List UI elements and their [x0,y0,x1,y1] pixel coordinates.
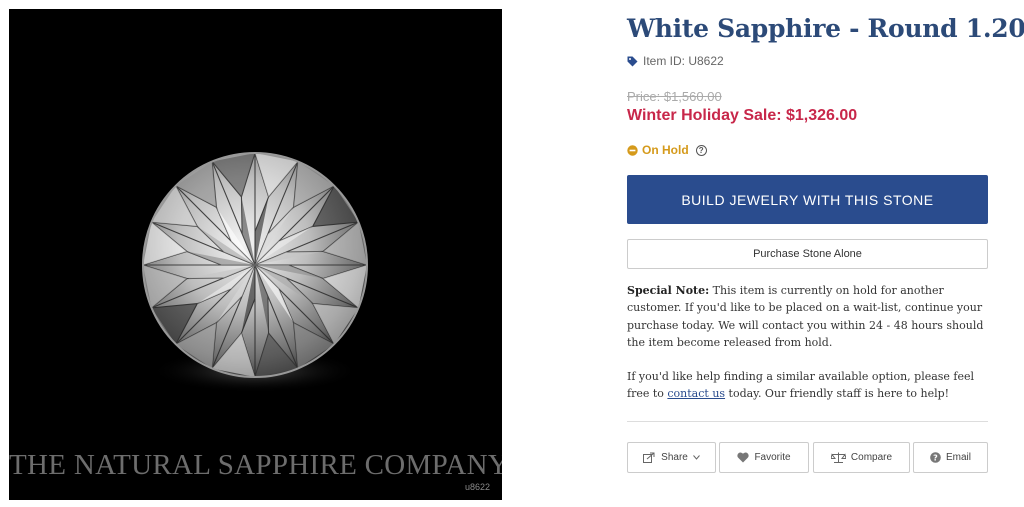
help-paragraph: If you'd like help finding a similar ava… [627,368,992,403]
question-circle-icon[interactable]: ? [695,144,707,156]
question-circle-icon: ? [930,452,941,463]
original-price: Price: $1,560.00 [627,89,722,104]
sapphire-gem-graphic [142,152,368,393]
share-label: Share [661,452,688,463]
share-icon [643,452,655,463]
chevron-down-icon [692,455,700,460]
action-bar: Share Favorite Compare ? Email [627,442,988,473]
favorite-button[interactable]: Favorite [719,442,809,473]
divider [627,421,988,422]
build-jewelry-button[interactable]: Build Jewelry with this Stone [627,175,988,224]
special-note-paragraph: Special Note: This item is currently on … [627,282,992,351]
hold-status: On Hold ? [627,143,707,157]
tag-icon [627,56,638,66]
compare-label: Compare [850,452,893,463]
purchase-stone-button[interactable]: Purchase Stone Alone [627,239,988,269]
hold-note: Special Note: This item is currently on … [627,282,992,403]
favorite-label: Favorite [754,452,791,463]
brand-watermark: THE NATURAL SAPPHIRE COMPANY [9,449,502,481]
svg-text:?: ? [933,453,938,462]
item-id: Item ID: U8622 [627,54,724,68]
sale-price: Winter Holiday Sale: $1,326.00 [627,107,858,124]
help-text-after: today. Our friendly staff is here to hel… [725,387,950,401]
image-code: u8622 [464,482,490,492]
special-note-label: Special Note: [627,284,710,297]
heart-icon [737,452,750,463]
share-button[interactable]: Share [627,442,716,473]
hold-status-label: On Hold [642,143,689,157]
contact-us-link[interactable]: contact us [667,387,725,400]
email-button[interactable]: ? Email [913,442,988,473]
minus-circle-icon [627,144,638,156]
email-label: Email [945,452,971,463]
item-id-text: Item ID: U8622 [643,54,724,68]
product-title: White Sapphire - Round 1.20 Ct. [627,14,1024,43]
product-image[interactable]: THE NATURAL SAPPHIRE COMPANY u8622 [9,9,502,500]
compare-button[interactable]: Compare [813,442,910,473]
scale-icon [830,452,846,463]
